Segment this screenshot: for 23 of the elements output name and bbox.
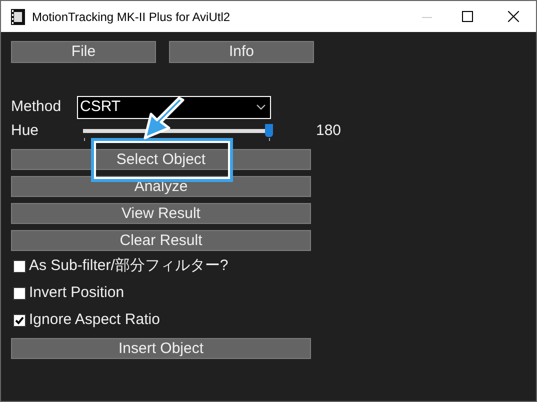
checkbox-label: Invert Position (29, 283, 124, 304)
film-icon (10, 8, 26, 24)
chevron-down-icon (256, 104, 266, 110)
checkbox-label: Ignore Aspect Ratio (29, 310, 160, 330)
action-button[interactable]: Clear Result (11, 230, 311, 251)
window-title: MotionTracking MK-II Plus for AviUtl2 (32, 8, 230, 26)
checkbox[interactable] (13, 314, 26, 327)
hue-label: Hue (11, 121, 40, 142)
checkbox[interactable] (13, 287, 26, 300)
checkbox[interactable] (13, 260, 26, 273)
menu-button[interactable]: File (11, 41, 156, 63)
action-button[interactable]: Select Object (11, 149, 311, 170)
hue-value: 180 (316, 121, 342, 142)
action-button[interactable]: Insert Object (11, 338, 311, 359)
action-button[interactable]: View Result (11, 203, 311, 224)
checkbox-label: As Sub-filter/部分フィルター? (29, 256, 228, 276)
check-icon (15, 316, 24, 325)
maximize-icon[interactable] (462, 11, 473, 22)
close-icon[interactable] (508, 11, 519, 22)
menu-button[interactable]: Info (169, 41, 314, 63)
method-dropdown[interactable]: CSRT (77, 96, 271, 118)
slider-thumb[interactable] (265, 124, 273, 136)
method-label: Method (11, 96, 62, 117)
